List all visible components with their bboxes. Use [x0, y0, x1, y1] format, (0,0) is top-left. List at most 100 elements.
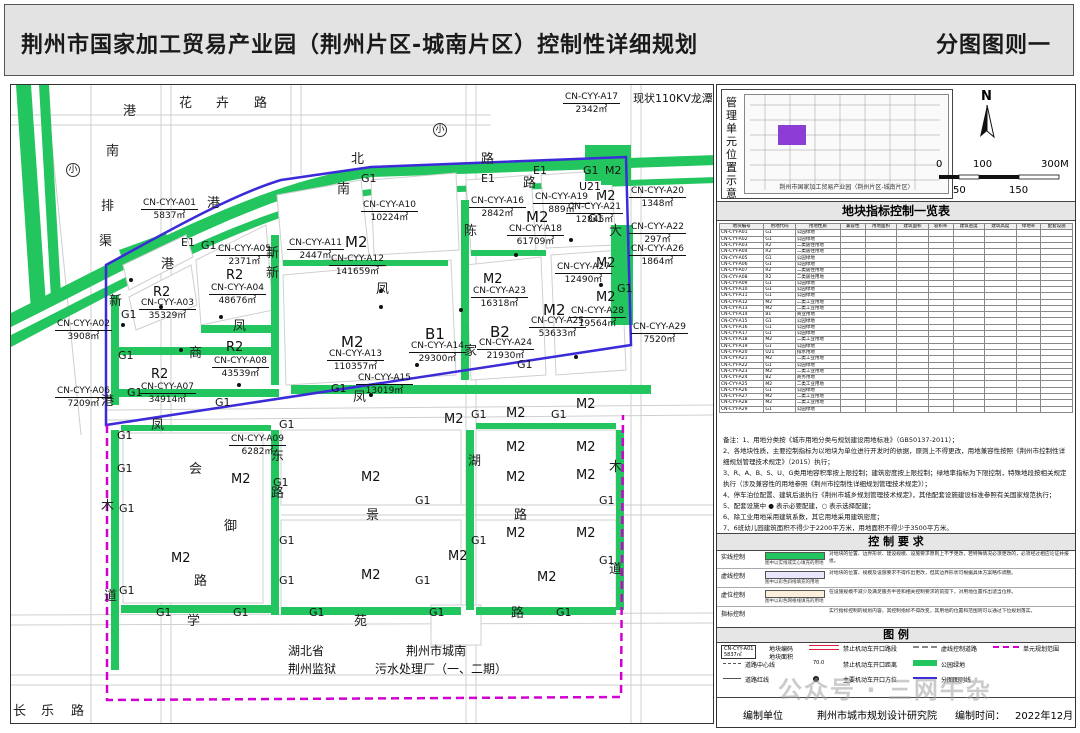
scale-bar: 0 100 300M 50 150 — [929, 159, 1069, 199]
scale-tick: 300M — [1041, 159, 1069, 170]
road-name: 御 — [224, 519, 238, 534]
parcel-callout[interactable]: CN-CYY-A04 48676㎡ — [209, 282, 266, 307]
small-marker: 小 — [66, 163, 80, 177]
g1-label: G1 — [471, 534, 487, 547]
zone-code: M2 — [361, 470, 381, 485]
parcel-callout[interactable]: CN-CYY-A12 141659㎡ — [329, 253, 386, 278]
table-title: 地块指标控制一览表 — [717, 201, 1075, 221]
note-line: 备注：1、用地分类按《城市用地分类与规划建设用地标准》（GB50137-2011… — [723, 436, 959, 444]
road-name: 长 — [13, 704, 27, 719]
notes: 备注：1、用地分类按《城市用地分类与规划建设用地标准》（GB50137-2011… — [723, 435, 1068, 534]
parcel-callout[interactable]: CN-CYY-A21 12845㎡ — [566, 201, 623, 226]
road-name: 木 — [609, 460, 623, 475]
title-bar: 荆州市国家加工贸易产业园（荆州片区-城南片区）控制性详细规划 分图图则一 — [4, 4, 1074, 76]
legend-label: 禁止机动车开口路段 — [843, 646, 898, 653]
unit-value: 荆州市城市规划设计研究院 — [817, 711, 937, 722]
zone-code: M2 — [444, 412, 464, 427]
road-name: 路 — [511, 606, 525, 621]
road-name: 学 — [187, 614, 201, 629]
g1-label: G1 — [279, 418, 295, 431]
control-row: 实线控制 图中以实线或实心填充的用地 对地块的位置、边界形状、建设规模、设施要求… — [717, 549, 1075, 569]
parcel-callout[interactable]: CN-CYY-A23 16318㎡ — [471, 285, 528, 310]
road-name: 南 — [337, 182, 351, 197]
parcel-callout[interactable]: CN-CYY-A07 34914㎡ — [139, 381, 196, 406]
zone-code: M2 — [506, 526, 526, 541]
parcel-callout[interactable]: CN-CYY-A27 12490㎡ — [555, 261, 612, 286]
g1-label: G1 — [279, 534, 295, 547]
road-name: 北 — [351, 152, 365, 167]
g1-label: G1 — [551, 408, 567, 421]
road-name: 陈 — [464, 224, 478, 239]
g1-label: G1 — [583, 164, 599, 177]
parcel-callout[interactable]: CN-CYY-A15 13019㎡ — [356, 372, 413, 397]
parcel-callout[interactable]: CN-CYY-A18 61709㎡ — [507, 223, 564, 248]
road-name: 路 — [514, 508, 528, 523]
parcel-callout[interactable]: CN-CYY-A17 2342㎡ — [563, 91, 620, 116]
parcel-callout[interactable]: CN-CYY-A24 21930㎡ — [477, 337, 534, 362]
north-arrow: N — [972, 89, 1002, 151]
parcel-callout[interactable]: CN-CYY-A28 19564㎡ — [569, 305, 626, 330]
note-line: 2、各地块性质，主要控制指标为以地块为单位进行开发时的依据，原则上不得更改，用地… — [723, 447, 1066, 466]
control-row: 虚位控制 图中以彩色网格线填充的用地 在设施规模不减少及满足服务半径和相关控制要… — [717, 587, 1075, 607]
road-name: 商 — [189, 346, 203, 361]
e1-label: E1 — [181, 236, 195, 249]
g1-label: G1 — [121, 308, 137, 321]
legend-swatch — [913, 660, 937, 666]
road-name: 路 — [194, 574, 208, 589]
parcel-callout[interactable]: CN-CYY-A16 2842㎡ — [469, 195, 526, 220]
parcel-callout[interactable]: CN-CYY-A14 29300㎡ — [409, 340, 466, 365]
road-name: 凤 — [376, 282, 390, 297]
unit-label: 编制单位 — [743, 711, 783, 722]
parcel-callout[interactable]: CN-CYY-A29 7520㎡ — [631, 321, 688, 346]
g1-label: G1 — [119, 502, 135, 515]
legend-label: 公园绿地 — [941, 662, 966, 669]
legend-swatch — [723, 663, 741, 665]
g1-label: G1 — [156, 606, 172, 619]
land-use-map[interactable]: 港 花 卉 路 南 排 渠 北 南 港 路 路 新 港 新 新 凤 凤 商 凤 … — [10, 84, 714, 724]
zone-code: M2 — [537, 570, 557, 585]
parcel-callout[interactable]: CN-CYY-A08 43539㎡ — [212, 355, 269, 380]
parcel-callout[interactable]: CN-CYY-A09 6282㎡ — [229, 433, 286, 458]
note-line: 5、配套设施中 ● 表示必要配建，○ 表示选择配建； — [723, 502, 875, 510]
g1-label: G1 — [201, 239, 217, 252]
table-cell: CN-CYY-A29 — [718, 405, 765, 413]
g1-label: G1 — [599, 494, 615, 507]
g1-label: G1 — [309, 606, 325, 619]
prison-label: 荆州监狱 — [288, 662, 337, 676]
sheet-title: 分图图则一 — [935, 33, 1051, 58]
parcel-callout[interactable]: CN-CYY-A13 110357㎡ — [327, 348, 384, 373]
g1-label: G1 — [273, 476, 289, 489]
parcel-callout[interactable]: CN-CYY-A05 2371㎡ — [216, 243, 273, 268]
g1-label: G1 — [415, 494, 431, 507]
zone-code: M2 — [596, 290, 616, 305]
road-name: 南 — [106, 144, 120, 159]
road-name: 港 — [161, 257, 175, 272]
g1-label: G1 — [429, 606, 445, 619]
legend-label: 禁止机动车开口距离 — [843, 662, 898, 669]
locator-caption: 荆州市国家加工贸易产业园（荆州片区-城南片区） — [779, 184, 914, 191]
road-name: 新 — [266, 266, 280, 281]
note-line: 3、R、A、B、S、U、G类用地容积率按上限控制；建筑密度按上限控制；绿地率指标… — [723, 469, 1067, 488]
road-name: 排 — [101, 199, 115, 214]
parcel-callout[interactable]: CN-CYY-A10 10224㎡ — [361, 199, 418, 224]
zone-code: M2 — [506, 406, 526, 421]
control-swatch — [765, 590, 825, 598]
scale-tick: 50 — [953, 185, 966, 196]
parcel-callout[interactable]: CN-CYY-A20 1348㎡ — [629, 185, 686, 210]
zone-code: M2 — [345, 233, 368, 251]
legend-label: 道路红线 — [745, 677, 770, 684]
parcel-callout[interactable]: CN-CYY-A01 5837㎡ — [141, 197, 198, 222]
parcel-callout[interactable]: CN-CYY-A26 1864㎡ — [629, 243, 686, 268]
table-cell — [839, 405, 866, 413]
parcel-callout[interactable]: CN-CYY-A02 3908㎡ — [55, 318, 112, 343]
zone-code: M2 — [171, 551, 191, 566]
road-name: 卉 — [216, 96, 230, 111]
zone-code: M2 — [576, 440, 596, 455]
table-row[interactable]: CN-CYY-A29 G1 公园绿地 — [718, 405, 1073, 413]
parcel-callout[interactable]: CN-CYY-A03 35329㎡ — [139, 297, 196, 322]
plant-label: 污水处理厂（一、二期） — [375, 662, 508, 676]
zone-code: M2 — [576, 526, 596, 541]
control-swatch — [765, 552, 825, 560]
zone-code: M2 — [576, 397, 596, 412]
parcel-callout[interactable]: CN-CYY-A06 7209㎡ — [55, 385, 112, 410]
